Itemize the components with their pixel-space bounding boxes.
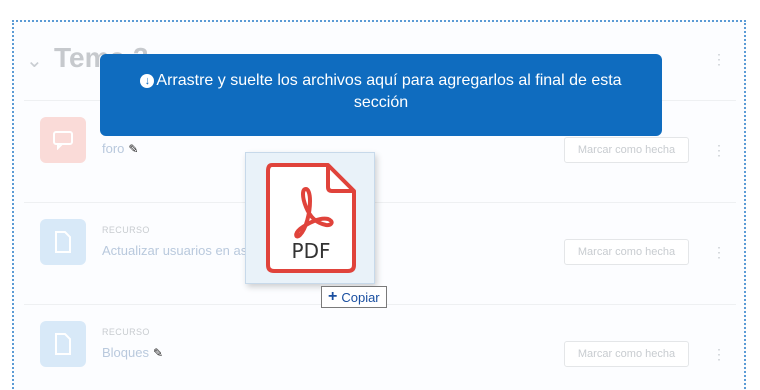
- activity-name[interactable]: Actualizar usuarios en asig: [102, 243, 257, 258]
- drop-banner: ↓ Arrastre y suelte los archivos aquí par…: [100, 54, 662, 136]
- kebab-menu-icon[interactable]: ⋮: [712, 52, 726, 66]
- download-circle-icon: ↓: [140, 74, 155, 88]
- activity-name[interactable]: foro ✎: [102, 141, 138, 156]
- chevron-down-icon[interactable]: ⌄: [26, 48, 43, 73]
- course-page: ⌄ Tema 2 ⋮ foro✎ Marcar como hecha ⋮: [0, 0, 760, 390]
- pdf-file-icon: PDF: [264, 161, 358, 275]
- mark-done-button[interactable]: Marcar como hecha: [564, 137, 689, 163]
- file-icon: [40, 321, 86, 367]
- file-icon: [40, 219, 86, 265]
- pdf-label: PDF: [291, 239, 331, 263]
- activity-name-text[interactable]: foro: [102, 141, 124, 156]
- mark-done-button[interactable]: Marcar como hecha: [564, 341, 689, 367]
- activity-type: RECURSO: [102, 225, 150, 235]
- kebab-menu-icon[interactable]: ⋮: [712, 143, 726, 157]
- copy-label: Copiar: [341, 289, 380, 305]
- banner-message: Arrastre y suelte los archivos aquí para…: [156, 72, 622, 111]
- forum-icon: [40, 117, 86, 163]
- kebab-menu-icon[interactable]: ⋮: [712, 245, 726, 259]
- kebab-menu-icon[interactable]: ⋮: [712, 347, 726, 361]
- mark-done-button[interactable]: Marcar como hecha: [564, 239, 689, 265]
- activity-name[interactable]: Bloques ✎: [102, 345, 163, 360]
- pencil-icon[interactable]: ✎: [128, 142, 138, 156]
- activity-type: RECURSO: [102, 327, 150, 337]
- activity-name-text[interactable]: Bloques: [102, 345, 149, 360]
- pencil-icon[interactable]: ✎: [153, 346, 163, 360]
- activity-row: RECURSO Bloques ✎ Marcar como hecha ⋮: [24, 304, 736, 390]
- copy-tooltip: + Copiar: [321, 286, 387, 308]
- drag-ghost: PDF: [245, 152, 375, 284]
- plus-icon: +: [328, 288, 338, 305]
